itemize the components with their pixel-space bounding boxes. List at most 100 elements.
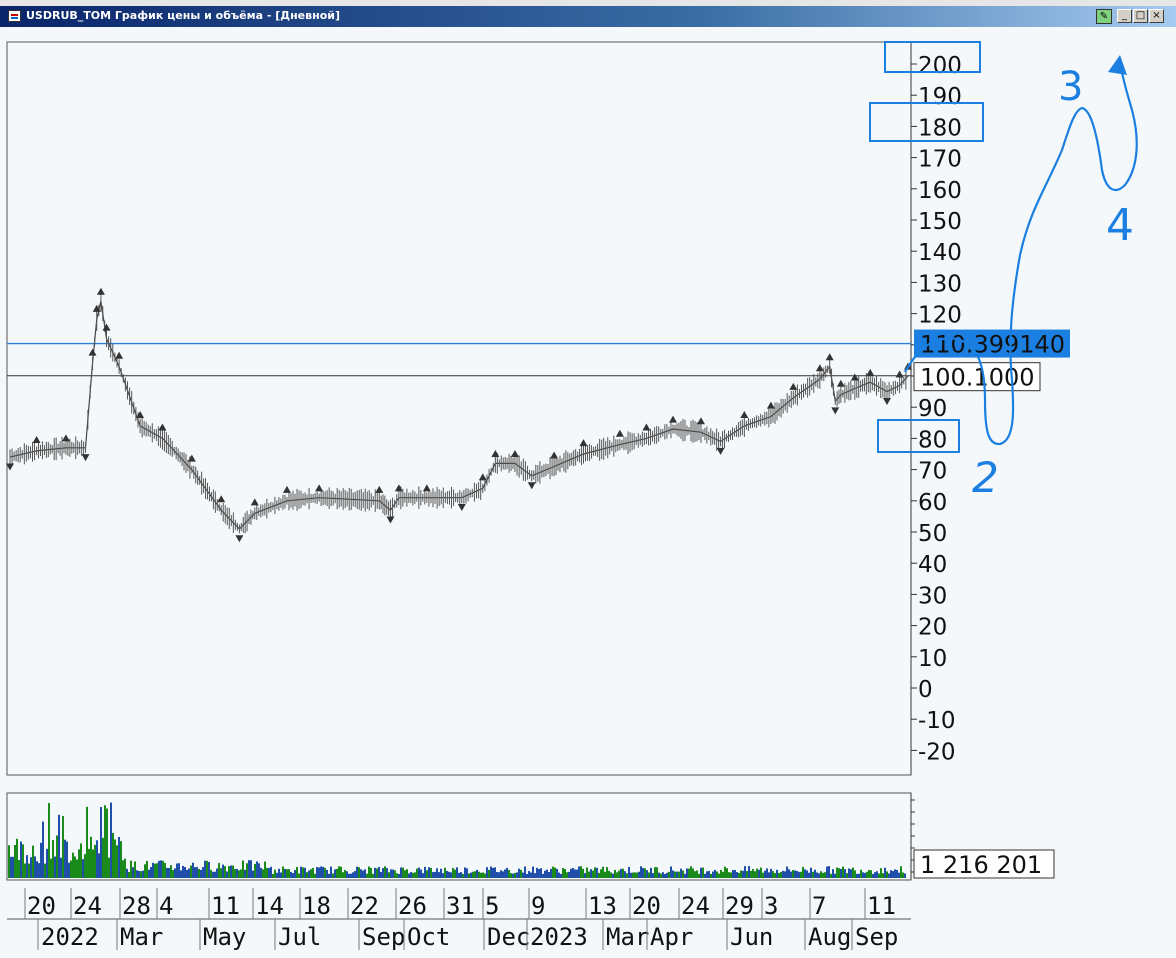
volume-bar xyxy=(596,867,598,878)
y-tick-label: -20 xyxy=(918,739,956,765)
volume-bar xyxy=(876,871,878,878)
volume-bar xyxy=(586,867,588,878)
window-titlebar[interactable]: USDRUB_TOM График цены и объёма - [Дневн… xyxy=(0,6,1176,27)
volume-bar xyxy=(842,866,844,878)
volume-bar xyxy=(392,869,394,878)
volume-bar xyxy=(328,873,330,878)
volume-bar xyxy=(52,840,54,878)
y-tick-label: 50 xyxy=(918,521,947,547)
volume-bar xyxy=(514,872,516,878)
maximize-button[interactable]: □ xyxy=(1133,9,1148,23)
day-label: 13 xyxy=(588,892,617,920)
day-label: 26 xyxy=(398,892,427,920)
volume-bar xyxy=(12,856,14,878)
volume-bar xyxy=(50,858,52,878)
volume-bar xyxy=(838,868,840,878)
close-button[interactable]: × xyxy=(1149,9,1164,23)
volume-bar xyxy=(616,872,618,878)
volume-bar xyxy=(464,867,466,878)
volume-bar xyxy=(84,854,86,878)
volume-bar xyxy=(152,862,154,878)
volume-bar xyxy=(516,872,518,878)
volume-bar xyxy=(774,873,776,878)
chart-area[interactable]: 2001901801701601501401301201101009080706… xyxy=(0,27,1176,958)
volume-bar xyxy=(352,872,354,878)
volume-bar xyxy=(70,860,72,878)
volume-bar xyxy=(742,870,744,878)
volume-bar xyxy=(86,806,88,878)
volume-bar xyxy=(304,867,306,878)
volume-bar xyxy=(358,867,360,878)
volume-bar xyxy=(384,866,386,878)
volume-bar xyxy=(44,863,46,878)
volume-bar xyxy=(760,867,762,878)
volume-bar xyxy=(188,868,190,878)
volume-bar xyxy=(636,872,638,878)
volume-bar xyxy=(486,867,488,878)
volume-bar xyxy=(314,873,316,878)
chart-window-icon xyxy=(8,10,21,22)
volume-bar xyxy=(884,867,886,878)
volume-bar xyxy=(752,869,754,878)
month-label: Oct xyxy=(407,923,450,951)
volume-bar xyxy=(658,872,660,878)
volume-bar xyxy=(174,868,176,878)
volume-bar xyxy=(326,869,328,878)
volume-bar xyxy=(18,859,20,878)
volume-bar xyxy=(284,868,286,878)
volume-bar xyxy=(686,868,688,878)
volume-bar xyxy=(354,871,356,878)
crosshair-price-label: 100.1000 xyxy=(920,364,1035,392)
volume-bar xyxy=(688,868,690,878)
volume-bar xyxy=(620,868,622,878)
month-label: May xyxy=(203,923,246,951)
volume-bar xyxy=(710,873,712,878)
volume-bar xyxy=(878,873,880,878)
volume-bar xyxy=(206,860,208,878)
volume-bar xyxy=(572,868,574,878)
volume-bar xyxy=(608,870,610,878)
volume-bar xyxy=(396,873,398,878)
volume-bar xyxy=(584,873,586,878)
volume-bar xyxy=(198,868,200,878)
volume-bar xyxy=(192,862,194,878)
volume-bar xyxy=(706,871,708,878)
volume-bar xyxy=(450,872,452,878)
volume-bar xyxy=(414,872,416,878)
volume-bar xyxy=(212,871,214,878)
volume-bar xyxy=(538,869,540,878)
volume-bar xyxy=(904,873,906,878)
volume-bar xyxy=(474,871,476,878)
volume-bar xyxy=(54,856,56,878)
volume-bar xyxy=(94,844,96,878)
volume-bar xyxy=(854,870,856,878)
price-volume-chart[interactable]: 2001901801701601501401301201101009080706… xyxy=(0,27,1176,958)
volume-bar xyxy=(496,872,498,878)
volume-bar xyxy=(168,867,170,878)
volume-bar xyxy=(62,816,64,878)
volume-bar xyxy=(296,866,298,878)
volume-bar xyxy=(146,860,148,878)
volume-bar xyxy=(870,870,872,878)
volume-bar xyxy=(302,867,304,878)
volume-bar xyxy=(778,872,780,878)
volume-bar xyxy=(250,860,252,878)
volume-bar xyxy=(798,871,800,878)
volume-bar xyxy=(818,873,820,878)
volume-bar xyxy=(66,841,68,878)
volume-bar xyxy=(726,868,728,878)
volume-bar xyxy=(16,838,18,878)
pin-icon[interactable]: ✎ xyxy=(1096,9,1112,24)
volume-bar xyxy=(294,870,296,878)
volume-bar xyxy=(60,857,62,878)
volume-bar xyxy=(570,868,572,878)
minimize-button[interactable]: _ xyxy=(1117,9,1132,23)
volume-bar xyxy=(420,869,422,878)
day-label: 22 xyxy=(350,892,379,920)
volume-bar xyxy=(624,871,626,878)
volume-bar xyxy=(794,870,796,878)
volume-bar xyxy=(148,869,150,878)
month-label: Aug xyxy=(808,923,851,951)
volume-bar xyxy=(300,866,302,878)
volume-bar xyxy=(56,835,58,878)
